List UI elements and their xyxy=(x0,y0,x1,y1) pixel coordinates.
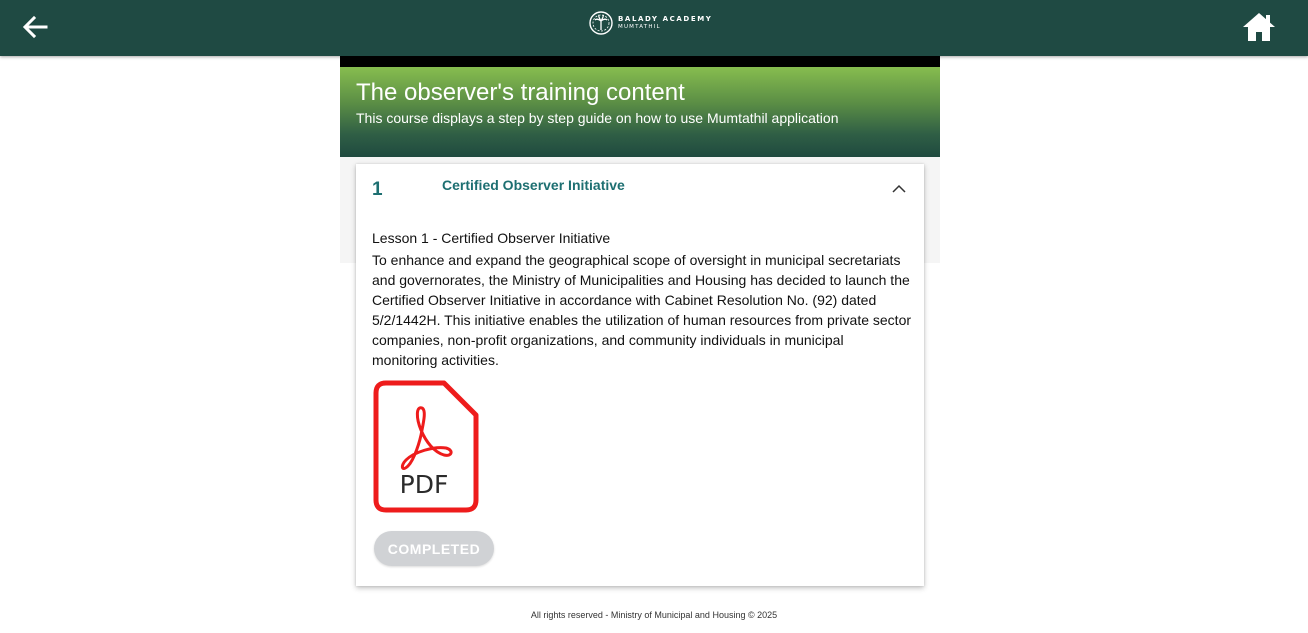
pdf-label: PDF xyxy=(400,470,449,499)
brand-logo: BALADY ACADEMY MUMTATHIL xyxy=(589,10,712,36)
chevron-up-icon[interactable] xyxy=(890,180,908,198)
lesson-description: To enhance and expand the geographical s… xyxy=(372,252,912,368)
footer-copyright: All rights reserved - Ministry of Munici… xyxy=(530,610,778,620)
pdf-file-icon[interactable]: PDF xyxy=(372,380,480,514)
brand-subname: MUMTATHIL xyxy=(618,24,661,30)
lesson-title: Lesson 1 - Certified Observer Initiative xyxy=(372,230,611,246)
course-title: The observer's training content xyxy=(356,79,685,106)
section-title[interactable]: Certified Observer Initiative xyxy=(442,177,625,193)
lesson-section-card: 1 Certified Observer Initiative Lesson 1… xyxy=(356,164,924,586)
banner-top-strip xyxy=(340,56,940,67)
completed-status-button[interactable]: COMPLETED xyxy=(374,531,494,566)
course-subtitle: This course displays a step by step guid… xyxy=(356,110,839,126)
arrow-left-icon[interactable] xyxy=(20,12,50,42)
brand-name: BALADY ACADEMY xyxy=(618,15,713,23)
course-banner: The observer's training content This cou… xyxy=(340,67,940,157)
home-icon[interactable] xyxy=(1241,10,1277,44)
section-number: 1 xyxy=(372,179,383,200)
top-app-bar: BALADY ACADEMY MUMTATHIL xyxy=(0,0,1308,56)
palm-emblem-icon xyxy=(589,11,613,35)
